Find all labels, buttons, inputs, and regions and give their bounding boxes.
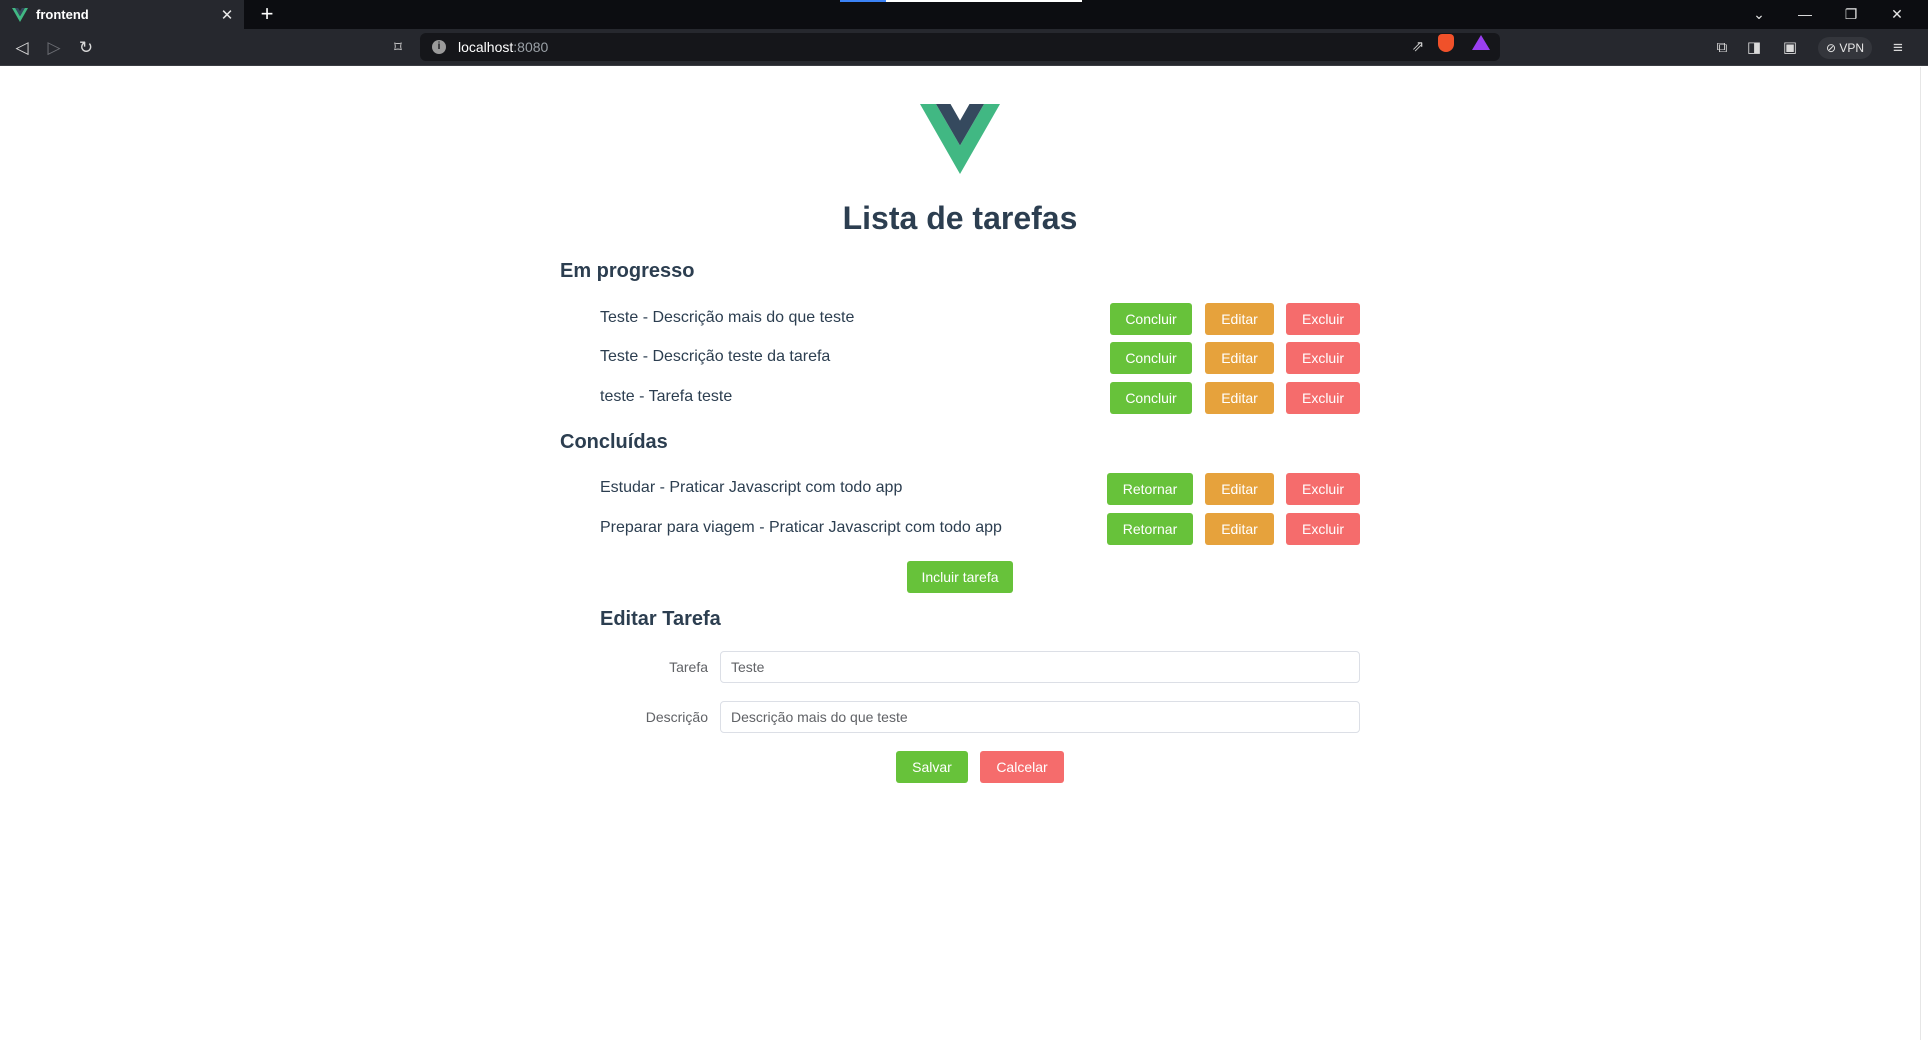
edit-button[interactable]: Editar xyxy=(1205,342,1274,374)
return-button[interactable]: Retornar xyxy=(1107,513,1193,545)
complete-button[interactable]: Concluir xyxy=(1110,342,1192,374)
edit-button[interactable]: Editar xyxy=(1205,473,1274,505)
description-field[interactable] xyxy=(720,701,1360,733)
task-text: Estudar - Praticar Javascript com todo a… xyxy=(600,479,903,496)
list-item: Preparar para viagem - Praticar Javascri… xyxy=(600,513,1360,545)
scrollbar[interactable] xyxy=(1920,67,1928,1040)
page-title: Lista de tarefas xyxy=(842,200,1078,236)
in-progress-heading: Em progresso xyxy=(560,260,695,282)
edit-task-heading: Editar Tarefa xyxy=(600,608,721,630)
vue-logo-icon xyxy=(920,104,1000,174)
share-icon[interactable]: ⇗ xyxy=(1408,37,1428,57)
tab-close-icon[interactable]: ✕ xyxy=(216,6,238,24)
list-item: Estudar - Praticar Javascript com todo a… xyxy=(600,473,1360,505)
delete-button[interactable]: Excluir xyxy=(1286,513,1360,545)
url-host: localhost xyxy=(458,39,514,55)
vpn-button[interactable]: ⊘ VPN xyxy=(1818,37,1873,59)
list-item: Teste - Descrição mais do que teste Conc… xyxy=(600,303,1360,335)
tab-strip-indicator xyxy=(840,0,1082,2)
task-text: Teste - Descrição mais do que teste xyxy=(600,309,855,326)
edit-button[interactable]: Editar xyxy=(1205,303,1274,335)
tab-title: frontend xyxy=(36,7,89,22)
brave-shields-icon[interactable] xyxy=(1438,34,1454,52)
wallet-icon[interactable]: ▣ xyxy=(1778,36,1802,60)
completed-heading: Concluídas xyxy=(560,431,668,453)
reload-icon[interactable]: ↻ xyxy=(74,36,98,60)
task-text: Preparar para viagem - Praticar Javascri… xyxy=(600,519,1002,536)
list-item: Teste - Descrição teste da tarefa Conclu… xyxy=(600,342,1360,374)
delete-button[interactable]: Excluir xyxy=(1286,342,1360,374)
forward-icon[interactable]: ▷ xyxy=(42,36,66,60)
cancel-button[interactable]: Calcelar xyxy=(980,751,1064,783)
back-icon[interactable]: ◁ xyxy=(10,36,34,60)
page-content: Lista de tarefas Em progresso Teste - De… xyxy=(0,67,1920,1040)
return-button[interactable]: Retornar xyxy=(1107,473,1193,505)
list-item: teste - Tarefa teste Concluir Editar Exc… xyxy=(600,382,1360,414)
delete-button[interactable]: Excluir xyxy=(1286,303,1360,335)
extensions-icon[interactable]: ⧉ xyxy=(1710,36,1734,60)
tab-search-chevron-icon[interactable]: ⌄ xyxy=(1744,3,1774,25)
browser-toolbar: ◁ ▷ ↻ ⌑ i localhost:8080 ⇗ ⧉ ◨ ▣ ⊘ VPN ≡ xyxy=(0,29,1928,66)
task-text: Teste - Descrição teste da tarefa xyxy=(600,348,831,365)
task-field[interactable] xyxy=(720,651,1360,683)
restore-icon[interactable]: ❐ xyxy=(1836,3,1866,25)
add-task-button[interactable]: Incluir tarefa xyxy=(907,561,1013,593)
url-port: :8080 xyxy=(513,39,549,55)
browser-tab-bar: frontend ✕ + ⌄ — ❐ ✕ xyxy=(0,0,1928,29)
complete-button[interactable]: Concluir xyxy=(1110,303,1192,335)
site-info-icon[interactable]: i xyxy=(432,40,446,54)
vpn-label: VPN xyxy=(1839,41,1865,55)
brave-rewards-icon[interactable] xyxy=(1472,35,1490,50)
new-tab-icon[interactable]: + xyxy=(256,3,278,25)
address-bar[interactable]: i localhost:8080 ⇗ xyxy=(420,33,1500,61)
minimize-icon[interactable]: — xyxy=(1790,3,1820,25)
task-field-label: Tarefa xyxy=(669,659,708,675)
task-text: teste - Tarefa teste xyxy=(600,388,733,405)
delete-button[interactable]: Excluir xyxy=(1286,382,1360,414)
menu-icon[interactable]: ≡ xyxy=(1886,36,1910,60)
delete-button[interactable]: Excluir xyxy=(1286,473,1360,505)
complete-button[interactable]: Concluir xyxy=(1110,382,1192,414)
browser-tab[interactable]: frontend ✕ xyxy=(0,0,244,29)
save-button[interactable]: Salvar xyxy=(896,751,968,783)
close-window-icon[interactable]: ✕ xyxy=(1882,3,1912,25)
description-field-label: Descrição xyxy=(645,709,708,725)
edit-button[interactable]: Editar xyxy=(1205,513,1274,545)
vue-favicon-icon xyxy=(12,7,28,22)
sidebar-icon[interactable]: ◨ xyxy=(1742,36,1766,60)
edit-button[interactable]: Editar xyxy=(1205,382,1274,414)
bookmark-icon[interactable]: ⌑ xyxy=(386,36,410,60)
